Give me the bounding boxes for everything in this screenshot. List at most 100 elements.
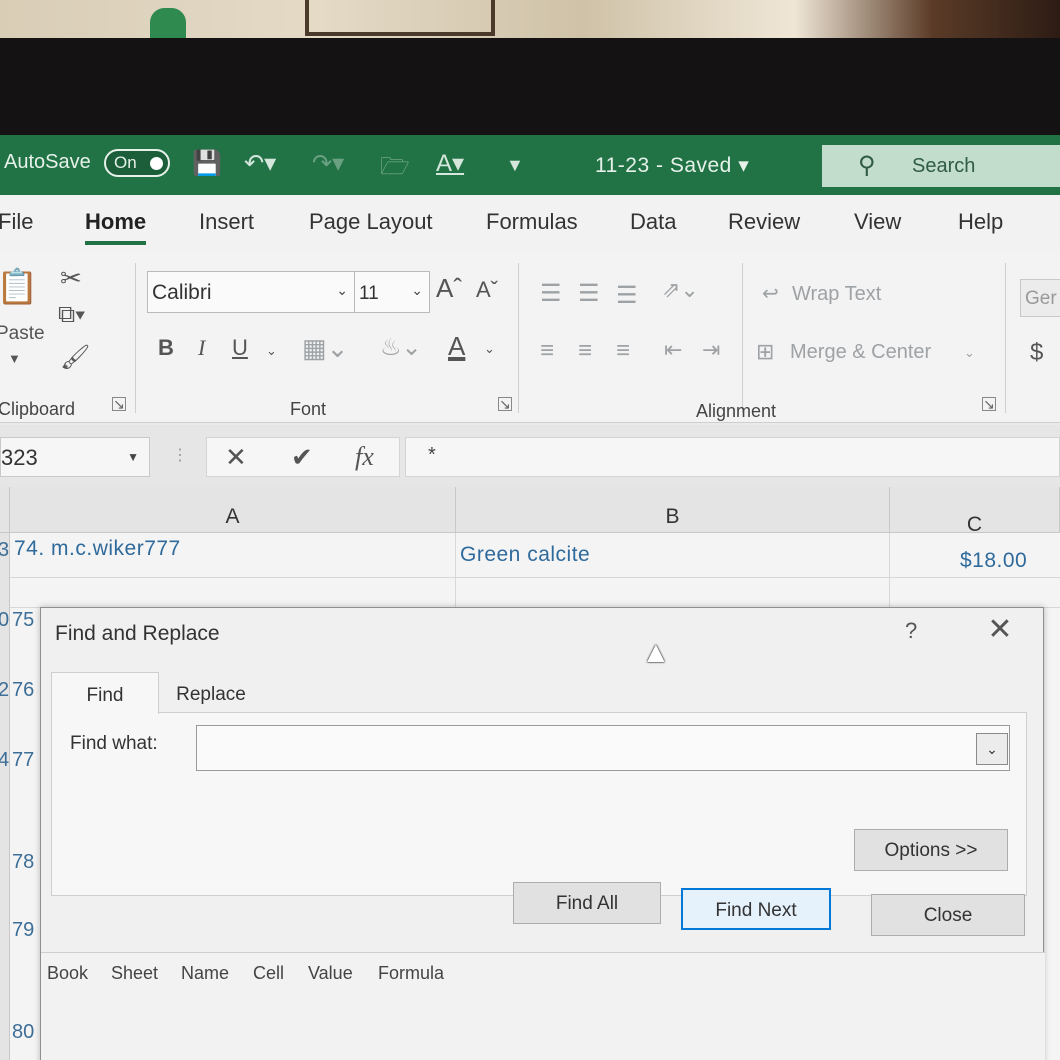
shrink-font-button[interactable]: Aˇ [476, 277, 498, 303]
results-column-value[interactable]: Value [308, 963, 353, 984]
row-number-prefix[interactable]: 3 [0, 539, 9, 562]
redo-icon[interactable]: ↷▾ [312, 149, 344, 178]
merge-center-button[interactable]: Merge & Center [790, 341, 931, 364]
underline-button[interactable]: U [232, 335, 248, 361]
tab-insert[interactable]: Insert [199, 209, 254, 235]
results-list[interactable]: Book Sheet Name Cell Value Formula [41, 952, 1045, 1060]
row-number-79[interactable]: 79 [12, 919, 34, 942]
wrap-text-icon[interactable]: ↩ [762, 281, 779, 306]
tab-find[interactable]: Find [51, 672, 159, 714]
chevron-down-icon[interactable]: ⌄ [976, 733, 1008, 765]
open-folder-icon[interactable]: 🗁 [380, 149, 410, 190]
decrease-indent-icon[interactable]: ⇤ [664, 337, 682, 363]
cell-a-first-row[interactable]: 74. m.c.wiker777 [14, 537, 181, 561]
tab-page-layout[interactable]: Page Layout [309, 209, 433, 235]
enter-icon[interactable]: ✔ [291, 442, 313, 473]
underline-dropdown-icon[interactable]: ⌄ [266, 343, 277, 359]
options-button[interactable]: Options >> [854, 829, 1008, 871]
orientation-icon[interactable]: ⇗⌄ [662, 277, 699, 303]
row-number-77[interactable]: 77 [12, 749, 34, 772]
find-what-input[interactable] [196, 725, 1010, 771]
italic-button[interactable]: I [198, 335, 205, 361]
number-format-select[interactable]: Ger [1020, 279, 1060, 317]
tab-home[interactable]: Home [85, 209, 147, 245]
align-middle-icon[interactable]: ☰ [578, 279, 600, 308]
font-size-value: 11 [359, 283, 379, 304]
save-icon[interactable]: 💾 [192, 149, 222, 178]
column-header-a[interactable]: A [10, 487, 456, 533]
tab-replace[interactable]: Replace [159, 672, 263, 714]
cell-c-first-row[interactable]: $18.00 [960, 549, 1027, 573]
close-button[interactable]: Close [871, 894, 1025, 936]
row-number-78[interactable]: 78 [12, 851, 34, 874]
paste-label[interactable]: Paste [0, 323, 45, 345]
merge-center-icon[interactable]: ⊞ [756, 339, 774, 365]
currency-button[interactable]: $ [1030, 339, 1043, 367]
name-box[interactable]: 323 ▼ [0, 437, 150, 477]
row-number-75[interactable]: 75 [12, 609, 34, 632]
help-button[interactable]: ? [905, 618, 917, 644]
number-format-value: Ger [1025, 288, 1057, 309]
font-color-dropdown-icon[interactable]: ⌄ [484, 341, 495, 357]
merge-dropdown-icon[interactable]: ⌄ [964, 345, 975, 361]
cut-icon[interactable]: ✂ [60, 263, 82, 294]
wrap-text-button[interactable]: Wrap Text [792, 283, 881, 306]
dialog-close-icon[interactable]: ✕ [985, 612, 1015, 646]
align-right-icon[interactable]: ≡ [616, 337, 630, 365]
search-icon: ⚲ [858, 152, 876, 179]
row-number-80[interactable]: 80 [12, 1021, 34, 1044]
formula-bar-grip-icon[interactable]: ⋮ [172, 445, 188, 465]
results-column-sheet[interactable]: Sheet [111, 963, 158, 984]
align-center-icon[interactable]: ≡ [578, 337, 592, 365]
fill-color-icon[interactable]: ♨⌄ [380, 333, 422, 362]
formula-actions: ✕ ✔ fx [206, 437, 400, 477]
align-bottom-icon[interactable]: ☰ [616, 281, 638, 310]
borders-icon[interactable]: ▦⌄ [302, 333, 348, 364]
document-status[interactable]: 11-23 - Saved ▾ [595, 153, 749, 178]
customize-toolbar-icon[interactable]: ▼ [506, 155, 524, 176]
results-column-name[interactable]: Name [181, 963, 229, 984]
align-top-icon[interactable]: ☰ [540, 279, 562, 308]
font-size-select[interactable]: 11 ⌄ [354, 271, 430, 313]
grow-font-button[interactable]: Aˆ [436, 273, 462, 304]
results-column-book[interactable]: Book [47, 963, 88, 984]
column-header-c[interactable]: C [890, 487, 1060, 536]
undo-icon[interactable]: ↶▾ [244, 149, 276, 178]
paste-icon[interactable]: 📋 [0, 267, 38, 307]
insert-function-button[interactable]: fx [355, 442, 374, 472]
cancel-icon[interactable]: ✕ [225, 442, 247, 473]
find-all-button[interactable]: Find All [513, 882, 661, 924]
font-color-quick-icon[interactable]: A▾ [436, 149, 464, 178]
row-number-prefix[interactable]: 0 [0, 609, 9, 632]
copy-icon[interactable]: ⧉▾ [58, 301, 85, 329]
font-name-select[interactable]: Calibri ⌄ [147, 271, 355, 313]
tab-help[interactable]: Help [958, 209, 1003, 235]
tab-file[interactable]: File [0, 209, 33, 235]
paste-dropdown-icon[interactable]: ▼ [8, 351, 21, 366]
excel-window: AutoSave On 💾 ↶▾ ↷▾ 🗁 A▾ ▼ 11-23 - Saved… [0, 135, 1060, 1060]
font-color-button[interactable]: A [448, 331, 465, 362]
search-box[interactable]: ⚲ Search [822, 145, 1060, 187]
cell-b-first-row[interactable]: Green calcite [460, 543, 590, 567]
tab-review[interactable]: Review [728, 209, 800, 235]
align-left-icon[interactable]: ≡ [540, 337, 554, 365]
bold-button[interactable]: B [158, 335, 174, 361]
column-header-b[interactable]: B [456, 487, 890, 533]
tab-view[interactable]: View [854, 209, 901, 235]
row-number-prefix[interactable]: 2 [0, 679, 9, 702]
row-number-76[interactable]: 76 [12, 679, 34, 702]
row-number-prefix[interactable]: 4 [0, 749, 9, 772]
formula-input[interactable]: * [405, 437, 1060, 477]
clipboard-launcher-icon[interactable]: ↘ [112, 397, 126, 411]
font-launcher-icon[interactable]: ↘ [498, 397, 512, 411]
alignment-launcher-icon[interactable]: ↘ [982, 397, 996, 411]
tab-formulas[interactable]: Formulas [486, 209, 578, 235]
increase-indent-icon[interactable]: ⇥ [702, 337, 720, 363]
autosave-toggle[interactable]: On [104, 149, 170, 177]
results-column-formula[interactable]: Formula [378, 963, 444, 984]
results-column-cell[interactable]: Cell [253, 963, 284, 984]
tab-data[interactable]: Data [630, 209, 676, 235]
select-all-corner[interactable] [0, 487, 10, 533]
find-next-button[interactable]: Find Next [681, 888, 831, 930]
format-painter-icon[interactable]: 🖌 [60, 343, 90, 372]
